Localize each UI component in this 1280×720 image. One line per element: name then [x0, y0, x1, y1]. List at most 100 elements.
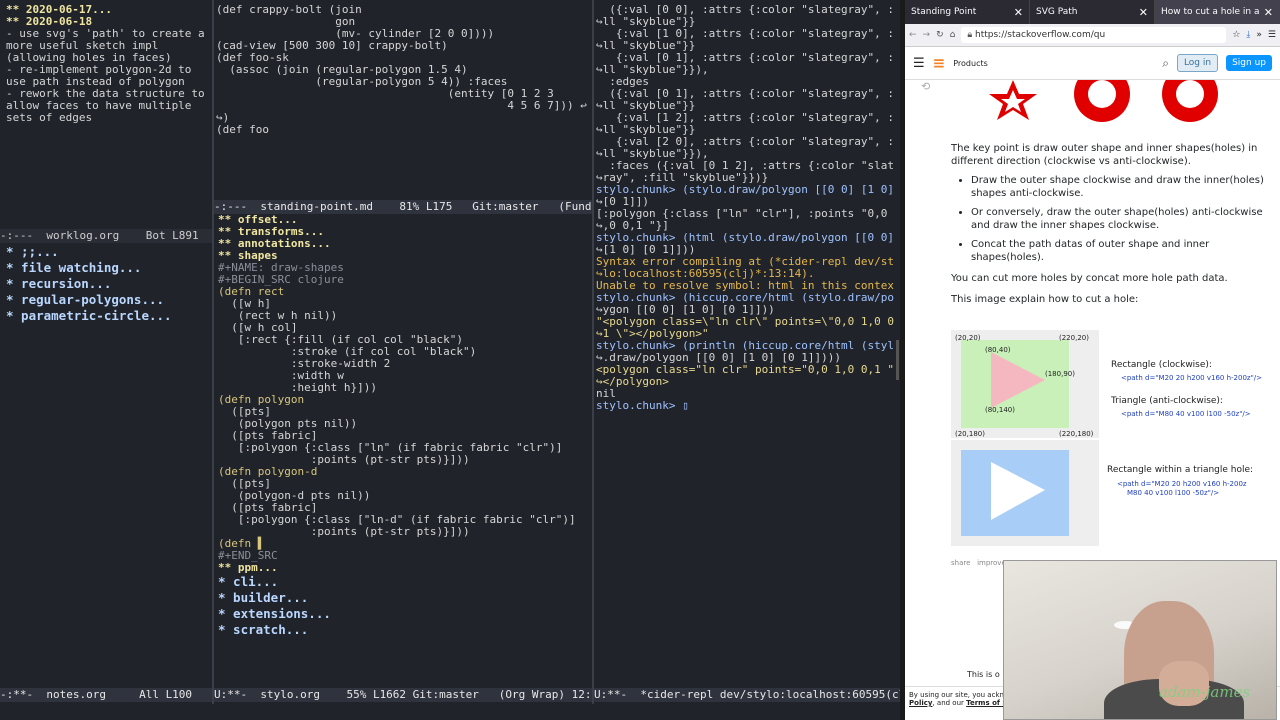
answer-paragraph: You can cut more holes by concat more ho… [951, 273, 1228, 284]
code-line: * extensions... [218, 606, 331, 621]
code-line: :points (pt-str pts)}])) [218, 525, 470, 538]
notes-text: * ;;... * file watching... * recursion... *… [6, 244, 210, 324]
code-line: * recursion... [6, 276, 112, 291]
code-line: ** ppm... [218, 561, 278, 574]
code-line: * ;;... [6, 244, 59, 259]
tab-label: SVG Path [1036, 7, 1078, 17]
code-line: * file watching... [6, 260, 142, 275]
vertical-divider [212, 0, 214, 704]
list-item: Concat the path datas of outer shape and… [971, 238, 1272, 264]
nav-toolbar: ← → ↻ ⌂ 🔒︎ https://stackoverflow.com/qu … [905, 24, 1280, 47]
webcam-watermark: adam-james [1159, 683, 1251, 701]
answer-paragraph: This image explain how to cut a hole: [951, 294, 1139, 305]
tab-standing-point[interactable]: Standing Point ✕ [905, 0, 1030, 24]
cider-repl-text: ({:val [0 0], :attrs {:color "slategray"… [596, 4, 894, 412]
hamburger-icon[interactable]: ☰ [913, 56, 925, 71]
forward-icon[interactable]: → [923, 30, 931, 40]
answer-paragraph: The key point is draw outer shape and in… [951, 143, 1258, 167]
close-icon[interactable]: ✕ [1264, 6, 1273, 19]
login-button[interactable]: Log in [1176, 54, 1219, 72]
stylo-modeline: U:**- stylo.org 55% L1662 Git:master (Or… [214, 688, 592, 702]
repl-scrollbar[interactable] [896, 340, 899, 380]
code-line: (defn polygon [218, 393, 305, 406]
url-field[interactable]: 🔒︎ https://stackoverflow.com/qu [961, 27, 1227, 43]
share-link[interactable]: share [951, 559, 970, 567]
overflow-icon[interactable]: » [1256, 30, 1262, 40]
ring-hole-2 [1176, 80, 1204, 108]
coord-label: (220,180) [1059, 430, 1094, 438]
stylo-window[interactable]: ** offset... ** transforms... ** annotatio… [218, 214, 590, 688]
standing-point-modeline: -:--- standing-point.md 81% L175 Git:mas… [214, 200, 592, 214]
coord-label: (20,20) [955, 334, 981, 342]
close-icon[interactable]: ✕ [1014, 6, 1023, 19]
so-header: ☰ ≡ Products ⌕ Log in Sign up [905, 47, 1280, 80]
products-link[interactable]: Products [953, 59, 988, 68]
lock-icon: 🔒︎ [967, 30, 976, 40]
code-line: sets of edges [6, 111, 93, 124]
menu-icon[interactable]: ☰ [1268, 30, 1276, 40]
tri-path-code: <path d="M80 40 v100 l100 -50z"/> [1121, 410, 1251, 418]
reload-icon[interactable]: ↻ [936, 30, 944, 40]
emacs-frame: ** 2020-06-17... ** 2020-06-18- use svg's… [0, 0, 900, 720]
diagram-image: (20,20) (220,20) (80,40) (180,90) (80,14… [951, 330, 1099, 546]
stylo-text: ** offset... ** transforms... ** annotatio… [218, 214, 590, 638]
worklog-text: ** 2020-06-17... ** 2020-06-18- use svg's… [6, 4, 210, 124]
worklog-modeline: -:--- worklog.org Bot L891 ( [0, 229, 212, 243]
footer-text: This is o [967, 670, 1000, 679]
improve-link[interactable]: improve [977, 559, 1006, 567]
rect-label: Rectangle (clockwise): [1111, 360, 1212, 370]
rect-path-code: <path d="M20 20 h200 v160 h-200z"/> [1121, 374, 1263, 382]
stackoverflow-logo-icon[interactable]: ≡ [933, 54, 946, 72]
home-icon[interactable]: ⌂ [950, 30, 956, 40]
combo-path-code-2: M80 40 v100 l100 -50z"/> [1127, 489, 1220, 497]
worklog-window[interactable]: ** 2020-06-17... ** 2020-06-18- use svg's… [6, 4, 210, 228]
download-icon[interactable]: ⤓ [1246, 30, 1250, 40]
code-line: stylo.chunk> ▯ [596, 399, 689, 412]
cookie-text-mid: , and our [932, 699, 967, 707]
search-icon[interactable]: ⌕ [1162, 56, 1169, 71]
tab-label: Standing Point [911, 7, 977, 17]
list-item: Or conversely, draw the outer shape(hole… [971, 206, 1272, 232]
tab-label: How to cut a hole in a [1161, 7, 1260, 17]
ring-hole-1 [1088, 80, 1116, 108]
back-icon[interactable]: ← [909, 30, 917, 40]
tri-label: Triangle (anti-clockwise): [1111, 396, 1223, 406]
code-line: (def foo [216, 123, 269, 136]
code-line: ↪</polygon> [596, 375, 669, 388]
cider-repl-modeline: U:**- *cider-repl dev/stylo:localhost:60… [594, 688, 900, 702]
signup-button[interactable]: Sign up [1226, 55, 1272, 71]
code-line: * cli... [218, 574, 279, 589]
coord-label: (220,20) [1059, 334, 1089, 342]
coord-label: (180,90) [1045, 370, 1075, 378]
vertical-divider-2 [592, 0, 594, 704]
policy-link[interactable]: Policy [909, 699, 932, 707]
code-line: (defn rect [218, 285, 285, 298]
notes-window[interactable]: * ;;... * file watching... * recursion... *… [6, 244, 210, 688]
combo-label: Rectangle within a triangle hole: [1107, 465, 1254, 475]
standing-point-text: (def crappy-bolt (join gon (mv- cylinder… [216, 4, 590, 136]
standing-point-window[interactable]: (def crappy-bolt (join gon (mv- cylinder… [216, 4, 590, 200]
combo-path-code-1: <path d="M20 20 h200 v160 h-200z [1117, 480, 1247, 488]
tab-strip: Standing Point ✕ SVG Path ✕ How to cut a h… [905, 0, 1280, 24]
tab-svg-path[interactable]: SVG Path ✕ [1030, 0, 1155, 24]
cider-repl-window[interactable]: ({:val [0 0], :attrs {:color "slategray"… [596, 4, 894, 686]
code-line: (defn polygon-d [218, 465, 318, 478]
tab-how-to-cut-hole[interactable]: How to cut a hole in a ✕ [1155, 0, 1280, 24]
answer-body: The key point is draw outer shape and in… [905, 142, 1280, 306]
hole-diagram: (20,20) (220,20) (80,40) (180,90) (80,14… [951, 330, 1271, 546]
webcam-overlay: adam-james [1003, 560, 1277, 720]
bookmark-icon[interactable]: ☆ [1232, 30, 1240, 40]
code-line: * regular-polygons... [6, 292, 165, 307]
coord-label: (80,140) [985, 406, 1015, 414]
post-menu: share improve [951, 559, 1006, 567]
code-line: ↪) [216, 111, 230, 124]
list-item: Draw the outer shape clockwise and draw … [971, 174, 1272, 200]
notes-modeline: -:**- notes.org All L100 ( [0, 688, 212, 702]
shape-examples: ⟲ [905, 80, 1280, 136]
url-text: https://stackoverflow.com/qu [975, 30, 1106, 40]
coord-label: (20,180) [955, 430, 985, 438]
coord-label: (80,40) [985, 346, 1011, 354]
code-line: * parametric-circle... [6, 308, 172, 323]
close-icon[interactable]: ✕ [1139, 6, 1148, 19]
code-line: * builder... [218, 590, 309, 605]
